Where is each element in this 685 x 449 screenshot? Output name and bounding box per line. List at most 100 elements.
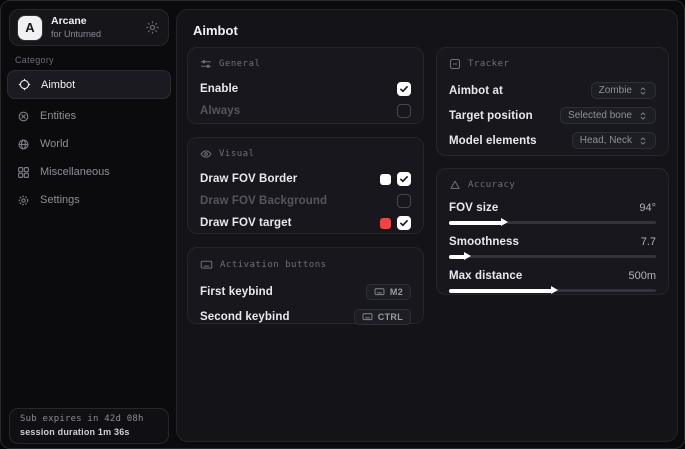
chevrons-up-down-icon [638, 111, 648, 121]
sidebar-item-entities[interactable]: Entities [7, 103, 171, 129]
app-subtitle: for Unturned [51, 30, 101, 39]
card-title: Activation buttons [220, 260, 327, 270]
eye-icon [200, 148, 212, 160]
app-header-card: A Arcane for Unturned [9, 9, 169, 46]
session-duration-text: session duration 1m 36s [20, 427, 158, 437]
smoothness-slider[interactable] [449, 255, 656, 258]
setting-row-fov-border: Draw FOV Border [200, 168, 411, 190]
card-title: Accuracy [468, 180, 515, 190]
gear-icon[interactable] [145, 20, 160, 35]
first-keybind-button[interactable]: M2 [366, 284, 411, 300]
general-card: General Enable Always [187, 47, 424, 124]
page-title: Aimbot [193, 23, 238, 38]
sidebar-item-aimbot[interactable]: Aimbot [7, 70, 171, 99]
slider-value: 7.7 [641, 236, 656, 248]
setting-row-target-position: Target position Selected bone [449, 103, 656, 128]
category-label: Category [15, 55, 54, 65]
keybind-value: M2 [390, 287, 403, 297]
triangle-icon [449, 179, 461, 191]
sidebar-item-settings[interactable]: Settings [7, 187, 171, 213]
chevrons-up-down-icon [638, 86, 648, 96]
color-swatch[interactable] [380, 218, 391, 229]
tracker-card: Tracker Aimbot at Zombie Target position… [436, 47, 669, 156]
app-window: A Arcane for Unturned Category Aimbot [0, 0, 685, 449]
slider-thumb[interactable] [551, 286, 558, 294]
model-elements-dropdown[interactable]: Head, Neck [572, 132, 656, 149]
setting-label: Model elements [449, 135, 537, 147]
setting-label: Smoothness [449, 236, 519, 248]
setting-row-enable: Enable [200, 78, 411, 100]
enable-checkbox[interactable] [397, 82, 411, 96]
card-title: Visual [219, 149, 255, 159]
keybind-value: CTRL [378, 312, 403, 322]
sidebar-item-label: Aimbot [41, 79, 75, 91]
fov-size-slider-group: FOV size 94° [449, 199, 656, 224]
slider-thumb[interactable] [501, 218, 508, 226]
slider-value: 500m [628, 270, 656, 282]
slider-thumb[interactable] [464, 252, 471, 260]
sidebar-item-label: Miscellaneous [40, 166, 110, 178]
setting-label: Second keybind [200, 311, 290, 323]
sliders-icon [200, 58, 212, 70]
grid-icon [17, 166, 30, 179]
setting-label: Target position [449, 110, 533, 122]
setting-label: FOV size [449, 202, 498, 214]
fov-background-checkbox[interactable] [397, 194, 411, 208]
setting-row-model-elements: Model elements Head, Neck [449, 128, 656, 153]
setting-row-always: Always [200, 100, 411, 122]
visual-card: Visual Draw FOV Border Draw FOV Backgrou… [187, 137, 424, 234]
color-swatch[interactable] [380, 174, 391, 185]
entities-icon [17, 110, 30, 123]
setting-label: Draw FOV Border [200, 173, 297, 185]
keyboard-icon [374, 286, 385, 297]
app-name: Arcane [51, 16, 101, 27]
setting-row-second-keybind: Second keybind CTRL [200, 304, 411, 329]
crosshair-icon [18, 78, 31, 91]
sub-expiry-text: Sub expires in 42d 08h [20, 414, 158, 424]
setting-label: Max distance [449, 270, 522, 282]
card-title: Tracker [468, 59, 509, 69]
setting-row-fov-background: Draw FOV Background [200, 190, 411, 212]
sidebar-item-label: World [40, 138, 69, 150]
dropdown-value: Head, Neck [580, 135, 632, 146]
sidebar: A Arcane for Unturned Category Aimbot [1, 1, 176, 448]
keyboard-icon [362, 311, 373, 322]
setting-row-first-keybind: First keybind M2 [200, 279, 411, 304]
target-position-dropdown[interactable]: Selected bone [560, 107, 656, 124]
fov-target-checkbox[interactable] [397, 216, 411, 230]
setting-label: Enable [200, 83, 238, 95]
always-checkbox[interactable] [397, 104, 411, 118]
setting-row-fov-target: Draw FOV target [200, 212, 411, 234]
gear-icon [17, 194, 30, 207]
main-panel: Aimbot General Enable [176, 9, 678, 442]
max-distance-slider-group: Max distance 500m [449, 267, 656, 292]
fov-border-checkbox[interactable] [397, 172, 411, 186]
setting-label: Aimbot at [449, 85, 503, 97]
dropdown-value: Zombie [599, 85, 632, 96]
max-distance-slider[interactable] [449, 289, 656, 292]
setting-label: Draw FOV target [200, 217, 292, 229]
setting-label: First keybind [200, 286, 273, 298]
activation-card: Activation buttons First keybind M2 Seco… [187, 247, 424, 324]
chevrons-up-down-icon [638, 136, 648, 146]
scan-icon [449, 58, 461, 70]
fov-size-slider[interactable] [449, 221, 656, 224]
accuracy-card: Accuracy FOV size 94° Smoothness 7.7 [436, 168, 669, 295]
dropdown-value: Selected bone [568, 110, 632, 121]
sidebar-item-world[interactable]: World [7, 131, 171, 157]
keyboard-icon [200, 258, 213, 271]
smoothness-slider-group: Smoothness 7.7 [449, 233, 656, 258]
sidebar-item-miscellaneous[interactable]: Miscellaneous [7, 159, 171, 185]
subscription-status-card: Sub expires in 42d 08h session duration … [9, 408, 169, 444]
second-keybind-button[interactable]: CTRL [354, 309, 411, 325]
sidebar-item-label: Entities [40, 110, 76, 122]
aimbot-at-dropdown[interactable]: Zombie [591, 82, 656, 99]
app-logo: A [18, 16, 42, 40]
card-title: General [219, 59, 260, 69]
setting-label: Draw FOV Background [200, 195, 327, 207]
setting-row-aimbot-at: Aimbot at Zombie [449, 78, 656, 103]
slider-value: 94° [639, 202, 656, 214]
setting-label: Always [200, 105, 240, 117]
sidebar-item-label: Settings [40, 194, 80, 206]
globe-icon [17, 138, 30, 151]
